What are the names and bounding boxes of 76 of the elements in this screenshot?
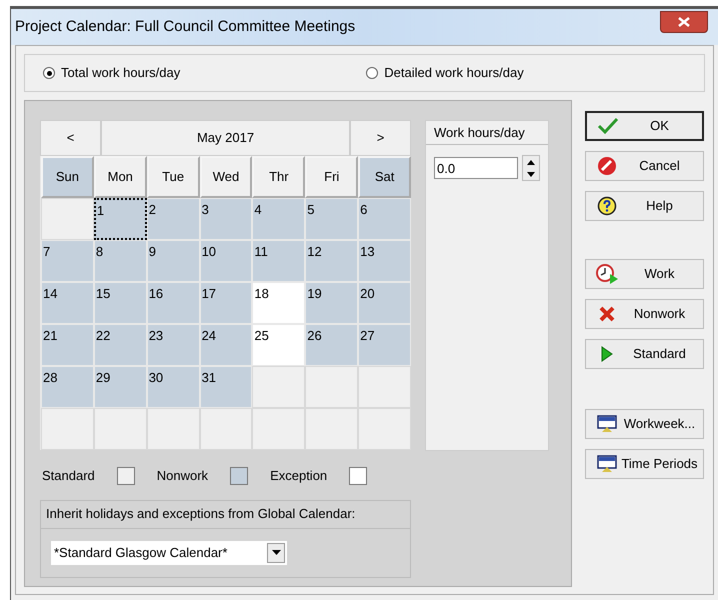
day-cell[interactable]: 8 bbox=[94, 240, 147, 282]
day-cell[interactable]: 11 bbox=[252, 240, 306, 282]
weekday-header: Thr bbox=[252, 156, 306, 198]
play-icon bbox=[601, 346, 613, 362]
dialog-button[interactable]: Help bbox=[585, 191, 704, 221]
day-cell[interactable]: 18 bbox=[252, 282, 306, 324]
check-icon bbox=[597, 117, 619, 135]
work-hours-title: Work hours/day bbox=[426, 121, 548, 145]
radio-button[interactable] bbox=[366, 67, 378, 79]
cross-icon bbox=[598, 305, 616, 323]
spin-button[interactable] bbox=[522, 155, 540, 181]
legend-label: Nonwork bbox=[156, 467, 208, 485]
legend-label: Standard bbox=[42, 467, 95, 485]
down-arrow-icon bbox=[527, 172, 535, 176]
help-icon bbox=[597, 196, 617, 216]
day-cell[interactable]: 21 bbox=[41, 324, 94, 366]
day-cell[interactable]: 14 bbox=[41, 282, 94, 324]
clock-icon bbox=[595, 263, 619, 285]
day-cell[interactable]: 19 bbox=[305, 282, 358, 324]
day-cell[interactable]: 13 bbox=[358, 240, 411, 282]
next-month-button[interactable]: > bbox=[350, 120, 411, 156]
dialog-button[interactable]: Time Periods bbox=[585, 449, 704, 479]
weekday-header: Fri bbox=[305, 156, 358, 198]
day-cell[interactable]: 26 bbox=[305, 324, 358, 366]
day-cell[interactable]: 27 bbox=[358, 324, 411, 366]
day-cell[interactable]: 16 bbox=[146, 282, 200, 324]
day-cell[interactable]: 12 bbox=[305, 240, 358, 282]
window-title: Project Calendar: Full Council Committee Meetings bbox=[15, 16, 356, 37]
day-cell[interactable]: 10 bbox=[200, 240, 252, 282]
weekday-header: Sat bbox=[358, 156, 411, 198]
dialog-button[interactable]: Work bbox=[585, 259, 704, 289]
legend-label: Exception bbox=[270, 467, 328, 485]
weekday-header: Sun bbox=[41, 156, 94, 198]
close-icon bbox=[678, 17, 690, 27]
weekday-header: Mon bbox=[94, 156, 147, 198]
day-cell[interactable]: 2 bbox=[146, 198, 200, 240]
weekday-header: Tue bbox=[146, 156, 200, 198]
month-label: May 2017 bbox=[101, 120, 350, 156]
day-cell[interactable]: 4 bbox=[252, 198, 306, 240]
dialog-button[interactable]: Workweek... bbox=[585, 409, 704, 439]
day-cell[interactable]: 1 bbox=[94, 198, 147, 240]
day-cell[interactable]: 30 bbox=[146, 366, 200, 408]
weekday-header: Wed bbox=[200, 156, 252, 198]
day-cell[interactable]: 28 bbox=[41, 366, 94, 408]
up-arrow-icon bbox=[527, 160, 535, 164]
day-cell[interactable]: 22 bbox=[94, 324, 147, 366]
day-cell[interactable]: 5 bbox=[305, 198, 358, 240]
day-cell[interactable]: 25 bbox=[252, 324, 306, 366]
dialog-button[interactable]: OK bbox=[585, 111, 704, 141]
radio-option[interactable]: Total work hours/day bbox=[43, 63, 180, 83]
dialog-button[interactable]: Cancel bbox=[585, 151, 704, 181]
no-entry-icon bbox=[597, 156, 617, 176]
dialog-button[interactable]: Nonwork bbox=[585, 299, 704, 329]
day-cell[interactable]: 9 bbox=[146, 240, 200, 282]
inherit-label: Inherit holidays and exceptions from Global Calendar: bbox=[41, 500, 410, 528]
radio-option[interactable]: Detailed work hours/day bbox=[366, 63, 524, 83]
close-button[interactable] bbox=[660, 11, 708, 33]
day-cell[interactable]: 3 bbox=[200, 198, 252, 240]
day-cell[interactable]: 6 bbox=[358, 198, 411, 240]
calendar-dropdown[interactable]: *Standard Glasgow Calendar* bbox=[51, 540, 287, 564]
monitor-icon bbox=[597, 415, 617, 433]
day-cell[interactable]: 29 bbox=[94, 366, 147, 408]
day-cell[interactable]: 17 bbox=[200, 282, 252, 324]
day-cell[interactable]: 20 bbox=[358, 282, 411, 324]
day-cell[interactable]: 15 bbox=[94, 282, 147, 324]
day-cell[interactable]: 31 bbox=[200, 366, 252, 408]
dialog-button[interactable]: Standard bbox=[585, 339, 704, 369]
hours-input[interactable]: 0.0 bbox=[434, 157, 518, 179]
dropdown-button[interactable] bbox=[267, 542, 285, 562]
caret-icon bbox=[272, 550, 280, 555]
radio-button[interactable] bbox=[43, 67, 55, 79]
monitor-icon bbox=[597, 455, 617, 473]
day-cell[interactable]: 23 bbox=[146, 324, 200, 366]
day-cell[interactable]: 24 bbox=[200, 324, 252, 366]
previous-month-button[interactable]: < bbox=[40, 120, 101, 156]
day-cell[interactable]: 7 bbox=[41, 240, 94, 282]
